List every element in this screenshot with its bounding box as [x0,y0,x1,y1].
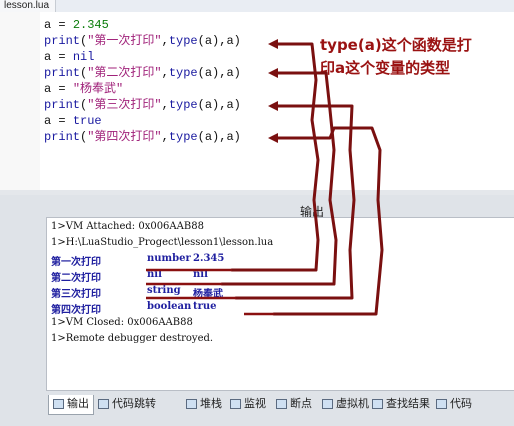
output-result-cell: 第一次打印 [51,257,101,268]
vm-icon [322,399,333,409]
code-token: a = [44,50,73,64]
bottom-tab-label: 代码跳转 [112,397,156,410]
code-token: 2.345 [72,18,109,32]
code-line: a = 2.345 [44,17,241,33]
output-icon [53,399,64,409]
annotation-line-1: type(a)这个函数是打 [320,36,472,54]
find-results-icon [372,399,383,409]
code-token: print [44,34,81,48]
output-result-cell: 第三次打印 [51,289,101,300]
bottom-tab-label: 监视 [244,397,266,410]
code-line: print("第一次打印",type(a),a) [44,33,241,49]
code-icon [436,399,447,409]
code-token: (a),a) [197,66,241,80]
bottom-tab-0[interactable]: 输出 [48,395,94,415]
bottom-tab-3[interactable]: 监视 [230,395,266,415]
bottom-tab-label: 堆栈 [200,397,222,410]
output-log-line: 1>VM Closed: 0x006AAB88 [51,317,193,328]
stack-icon [186,399,197,409]
output-result-cell: boolean [147,301,192,312]
bottom-tab-5[interactable]: 虚拟机 [322,395,369,415]
code-token: a = [44,18,73,32]
bottom-tab-label: 虚拟机 [336,397,369,410]
code-token: "杨奉武" [72,82,124,96]
type-annotation: type(a)这个函数是打 印a这个变量的类型 [320,34,510,80]
output-panel: 输出 1>VM Attached: 0x006AAB88 1>H:\LuaStud… [0,195,514,426]
bottom-tab-4[interactable]: 断点 [276,395,312,415]
code-token: "第一次打印" [87,34,162,48]
output-result-cell: 第四次打印 [51,305,101,316]
output-log-line: 1>H:\LuaStudio_Progect\lesson1\lesson.lu… [51,237,274,248]
code-jump-icon [98,399,109,409]
code-token: , [161,66,169,80]
output-result-cell: 杨奉武 [193,289,223,300]
code-token: "第二次打印" [87,66,162,80]
watch-icon [230,399,241,409]
code-token: , [161,34,169,48]
code-token: print [44,130,81,144]
code-token: (a),a) [197,98,241,112]
bottom-tab-7[interactable]: 代码 [436,395,472,415]
code-token: (a),a) [197,34,241,48]
code-line: print("第三次打印",type(a),a) [44,97,241,113]
bottom-tab-6[interactable]: 查找结果 [372,395,430,415]
output-result-cell: true [193,301,217,312]
output-log-line: 1>VM Attached: 0x006AAB88 [51,221,204,232]
output-result-cell: 第二次打印 [51,273,101,284]
code-token: "第四次打印" [87,130,162,144]
output-result-cell: number [147,253,191,264]
code-line: a = true [44,113,241,129]
code-token: "第三次打印" [87,98,162,112]
bottom-tab-label: 断点 [290,397,312,410]
code-line: print("第四次打印",type(a),a) [44,129,241,145]
code-token: true [72,114,102,128]
breakpoint-icon [276,399,287,409]
editor-gutter [0,12,40,190]
file-tab-lesson-lua[interactable]: lesson.lua [0,0,57,12]
code-token: a = [44,114,73,128]
code-token: print [44,66,81,80]
annotation-line-2: 印a这个变量的类型 [320,59,451,77]
code-token: type [168,130,198,144]
code-token: print [44,98,81,112]
output-log-line: 1>Remote debugger destroyed. [51,333,214,344]
code-token: a = [44,82,73,96]
bottom-tab-2[interactable]: 堆栈 [186,395,222,415]
bottom-tab-label: 查找结果 [386,397,430,410]
output-result-cell: nil [193,269,208,280]
output-result-cell: string [147,285,181,296]
code-line: print("第二次打印",type(a),a) [44,65,241,81]
code-lines: a = 2.345 print("第一次打印",type(a),a) a = nil… [44,17,241,145]
code-token: type [168,98,198,112]
bottom-tab-1[interactable]: 代码跳转 [98,395,156,415]
bottom-tab-label: 输出 [67,397,89,410]
code-token: type [168,66,198,80]
code-token: nil [72,50,95,64]
output-result-cell: 2.345 [193,253,225,264]
code-token: , [161,98,169,112]
code-line: a = "杨奉武" [44,81,241,97]
code-token: type [168,34,198,48]
bottom-tab-label: 代码 [450,397,472,410]
code-token: (a),a) [197,130,241,144]
output-result-cell: nil [147,269,162,280]
code-token: , [161,130,169,144]
code-line: a = nil [44,49,241,65]
output-text-area[interactable]: 1>VM Attached: 0x006AAB88 1>H:\LuaStudio_… [46,217,514,391]
